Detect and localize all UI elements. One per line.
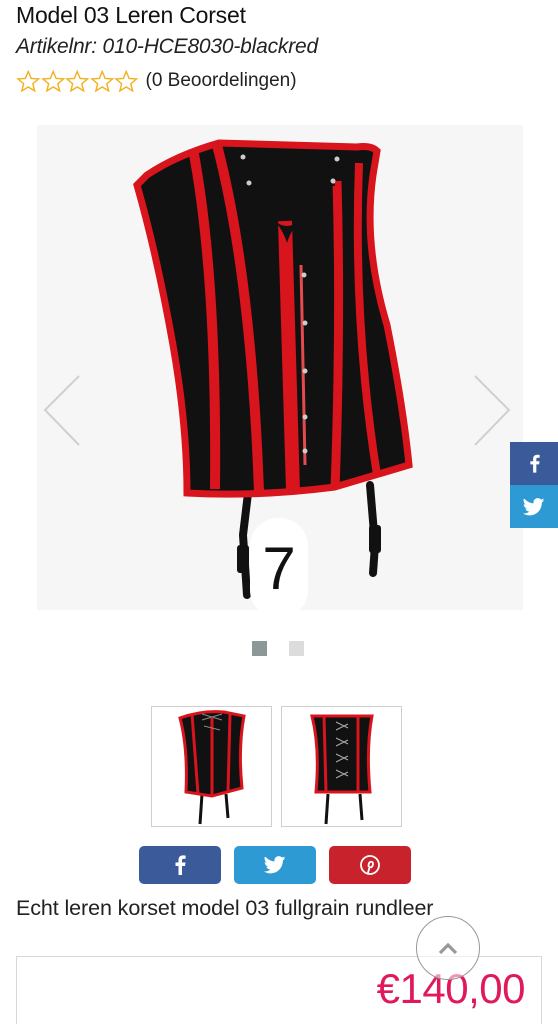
carousel-prev-arrow-icon[interactable]: [41, 373, 81, 448]
carousel-dots: [252, 641, 304, 656]
facebook-icon: [529, 454, 540, 473]
thumbnail-2[interactable]: [281, 706, 402, 827]
corset-back-thumb-icon: [309, 714, 374, 824]
product-sku: Artikelnr: 010-HCE8030-blackred: [16, 35, 318, 58]
share-pinterest-button[interactable]: [329, 846, 411, 884]
chevron-up-icon: [438, 942, 458, 955]
scroll-to-top-button[interactable]: [416, 916, 480, 980]
carousel-dot-2[interactable]: [289, 641, 304, 656]
product-description: Echt leren korset model 03 fullgrain run…: [16, 896, 434, 920]
product-title: Model 03 Leren Corset: [16, 2, 246, 28]
star-empty-icon: [16, 70, 41, 92]
carousel-next-arrow-icon[interactable]: [473, 373, 513, 448]
rating-count[interactable]: (0 Beoordelingen): [146, 70, 297, 92]
product-rating[interactable]: (0 Beoordelingen): [16, 68, 297, 94]
star-empty-icon: [89, 70, 114, 92]
carousel-dot-1[interactable]: [252, 641, 267, 656]
corset-front-thumb-icon: [177, 709, 246, 824]
slide-number: 7: [250, 518, 308, 610]
side-facebook-button[interactable]: [510, 442, 558, 485]
twitter-icon: [523, 497, 545, 515]
facebook-icon: [175, 855, 186, 875]
share-facebook-button[interactable]: [139, 846, 221, 884]
product-image-carousel[interactable]: 7: [37, 125, 523, 610]
rating-stars: [16, 70, 139, 92]
star-empty-icon: [114, 70, 139, 92]
star-empty-icon: [65, 70, 90, 92]
pinterest-icon: [360, 855, 380, 875]
thumbnail-strip: [151, 706, 402, 827]
share-twitter-button[interactable]: [234, 846, 316, 884]
thumbnail-1[interactable]: [151, 706, 272, 827]
share-buttons: [139, 846, 411, 884]
side-share-bar: [510, 442, 558, 528]
side-twitter-button[interactable]: [510, 485, 558, 528]
twitter-icon: [264, 856, 286, 874]
star-empty-icon: [40, 70, 65, 92]
